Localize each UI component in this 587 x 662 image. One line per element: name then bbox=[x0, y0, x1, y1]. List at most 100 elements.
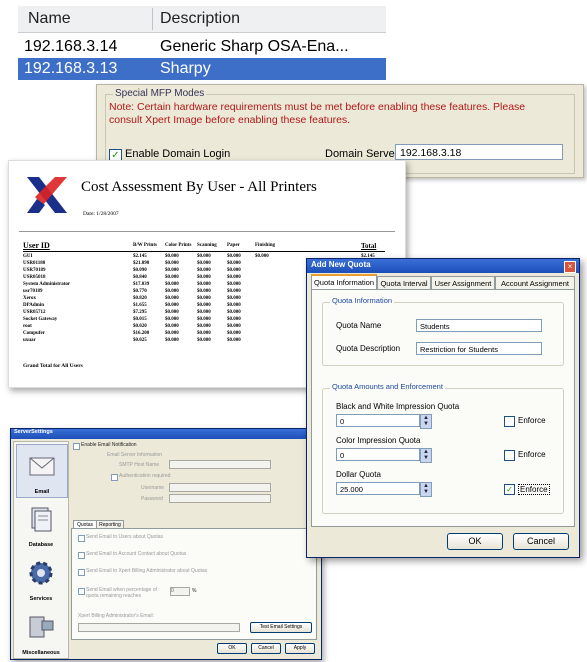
tab-user-assignment[interactable]: User Assignment bbox=[431, 276, 495, 290]
quotas-email-panel: Send Email to Users about Quotas Send Em… bbox=[71, 528, 317, 640]
column-header-name[interactable]: Name bbox=[28, 10, 71, 28]
report-cell: $0.000 bbox=[227, 261, 241, 266]
ok-button[interactable]: OK bbox=[217, 643, 247, 654]
cancel-button[interactable]: Cancel bbox=[513, 533, 569, 550]
dollar-quota-spinner[interactable]: ▲ ▼ bbox=[420, 482, 432, 497]
database-icon bbox=[31, 507, 52, 532]
enable-notification-checkbox[interactable] bbox=[73, 443, 80, 450]
sidebar-label: Email bbox=[34, 489, 50, 495]
report-column-header: Finishing bbox=[255, 243, 276, 248]
password-input[interactable] bbox=[169, 494, 271, 503]
color-quota-input[interactable]: 0 bbox=[336, 448, 420, 461]
settings-title-bar[interactable]: ServerSettings bbox=[11, 429, 321, 439]
report-header-rule bbox=[23, 251, 385, 252]
device-row-selected[interactable]: 192.168.3.13 Sharpy bbox=[18, 58, 386, 80]
report-cell: Socket Gateway bbox=[23, 317, 58, 322]
report-cell: $0.000 bbox=[197, 261, 211, 266]
test-email-button[interactable]: Test Email Settings bbox=[250, 622, 312, 633]
bw-quota-spinner[interactable]: ▲ ▼ bbox=[420, 414, 432, 429]
report-cell: $0.000 bbox=[165, 303, 179, 308]
enforce-label: Enforce bbox=[518, 450, 546, 459]
report-cell: $0.000 bbox=[165, 275, 179, 280]
report-cell: $0.000 bbox=[197, 275, 211, 280]
percent-input[interactable]: 0 bbox=[170, 587, 190, 596]
report-cell: $0.000 bbox=[165, 296, 179, 301]
report-cell: root bbox=[23, 324, 32, 329]
gear-icon bbox=[29, 561, 53, 585]
report-cell: USR05712 bbox=[23, 310, 46, 315]
report-cell: $0.000 bbox=[165, 338, 179, 343]
report-cell: $0.000 bbox=[227, 254, 241, 259]
quota-information-panel: Quota Information Quota Name Students Qu… bbox=[311, 289, 575, 527]
quota-information-legend: Quota Information bbox=[330, 296, 395, 305]
report-date: Date: 1/28/2007 bbox=[83, 211, 119, 217]
report-cell: $0.000 bbox=[227, 338, 241, 343]
domain-server-input[interactable]: 192.168.3.18 bbox=[395, 144, 563, 160]
report-cell: $0.000 bbox=[197, 296, 211, 301]
settings-title: ServerSettings bbox=[14, 429, 53, 435]
option-label: Send Email when percentage of quota rema… bbox=[86, 587, 157, 599]
report-cell: $17.039 bbox=[133, 282, 150, 287]
sidebar-item-miscellaneous[interactable]: Miscellaneous bbox=[16, 606, 66, 658]
color-enforce-checkbox[interactable] bbox=[504, 450, 515, 461]
close-icon[interactable]: × bbox=[564, 261, 576, 273]
option-checkbox[interactable] bbox=[78, 552, 85, 559]
auth-checkbox[interactable] bbox=[111, 474, 118, 481]
quota-name-input[interactable]: Students bbox=[416, 319, 542, 332]
enable-notification-label: Enable Email Notification bbox=[81, 442, 137, 448]
sidebar-item-database[interactable]: Database bbox=[16, 498, 66, 550]
device-row[interactable]: 192.168.3.14 Generic Sharp OSA-Ena... bbox=[18, 36, 386, 58]
quota-description-input[interactable]: Restriction for Students bbox=[416, 342, 542, 355]
option-label: Send Email to Xpert Billing Administrato… bbox=[86, 568, 208, 574]
bw-enforce-checkbox[interactable] bbox=[504, 416, 515, 427]
quota-dialog-title: Add New Quota bbox=[311, 260, 371, 269]
color-quota-spinner[interactable]: ▲ ▼ bbox=[420, 448, 432, 463]
smtp-input[interactable] bbox=[169, 460, 271, 469]
report-cell: $0.025 bbox=[133, 338, 147, 343]
grand-total-label: Grand Total for All Users bbox=[23, 363, 83, 369]
report-cell: $0.000 bbox=[197, 303, 211, 308]
report-title: Cost Assessment By User - All Printers bbox=[81, 179, 317, 195]
sidebar-item-services[interactable]: Services bbox=[16, 552, 66, 604]
report-cell: uxuar bbox=[23, 338, 36, 343]
server-settings-window: ServerSettings Email Database Services M… bbox=[10, 428, 322, 660]
tab-quota-interval[interactable]: Quota Interval bbox=[377, 276, 431, 290]
device-description: Generic Sharp OSA-Ena... bbox=[160, 38, 349, 55]
report-cell: $7.295 bbox=[133, 310, 147, 315]
dollar-quota-input[interactable]: 25.000 bbox=[336, 482, 420, 495]
sidebar-item-email[interactable]: Email bbox=[16, 444, 68, 498]
username-input[interactable] bbox=[169, 483, 271, 492]
ok-button[interactable]: OK bbox=[447, 533, 503, 550]
report-cell: $0.000 bbox=[227, 275, 241, 280]
server-info-legend: Email Server Information bbox=[107, 452, 163, 458]
color-quota-label: Color Impression Quota bbox=[336, 436, 421, 445]
quota-title-bar[interactable]: Add New Quota × bbox=[307, 259, 579, 273]
enforce-label: Enforce bbox=[518, 416, 546, 425]
settings-sidebar: Email Database Services Miscellaneous bbox=[13, 441, 69, 659]
option-checkbox[interactable] bbox=[78, 535, 85, 542]
bw-quota-input[interactable]: 0 bbox=[336, 414, 420, 427]
report-column-header: Total bbox=[361, 242, 377, 250]
option-checkbox[interactable] bbox=[78, 588, 85, 595]
column-header-description[interactable]: Description bbox=[160, 10, 240, 28]
admin-email-input[interactable] bbox=[78, 623, 240, 632]
report-cell: $0.000 bbox=[227, 324, 241, 329]
domain-server-label: Domain Server: bbox=[325, 148, 402, 160]
report-divider bbox=[19, 231, 395, 232]
computer-icon bbox=[29, 616, 54, 638]
report-cell: $0.000 bbox=[165, 310, 179, 315]
report-cell: $0.020 bbox=[133, 324, 147, 329]
report-cell: $0.000 bbox=[165, 254, 179, 259]
option-checkbox[interactable] bbox=[78, 569, 85, 576]
report-cell: $0.000 bbox=[227, 317, 241, 322]
tab-account-assignment[interactable]: Account Assignment bbox=[495, 276, 575, 290]
report-cell: $0.000 bbox=[165, 324, 179, 329]
device-list-header: Name Description bbox=[18, 6, 386, 33]
envelope-icon bbox=[29, 457, 55, 476]
quota-information-group bbox=[322, 302, 564, 366]
dollar-enforce-checkbox[interactable]: ✓ bbox=[504, 484, 515, 495]
column-separator[interactable] bbox=[152, 8, 153, 30]
cancel-button[interactable]: Cancel bbox=[251, 643, 281, 654]
report-cell: $0.000 bbox=[227, 282, 241, 287]
apply-button[interactable]: Apply bbox=[285, 643, 315, 654]
